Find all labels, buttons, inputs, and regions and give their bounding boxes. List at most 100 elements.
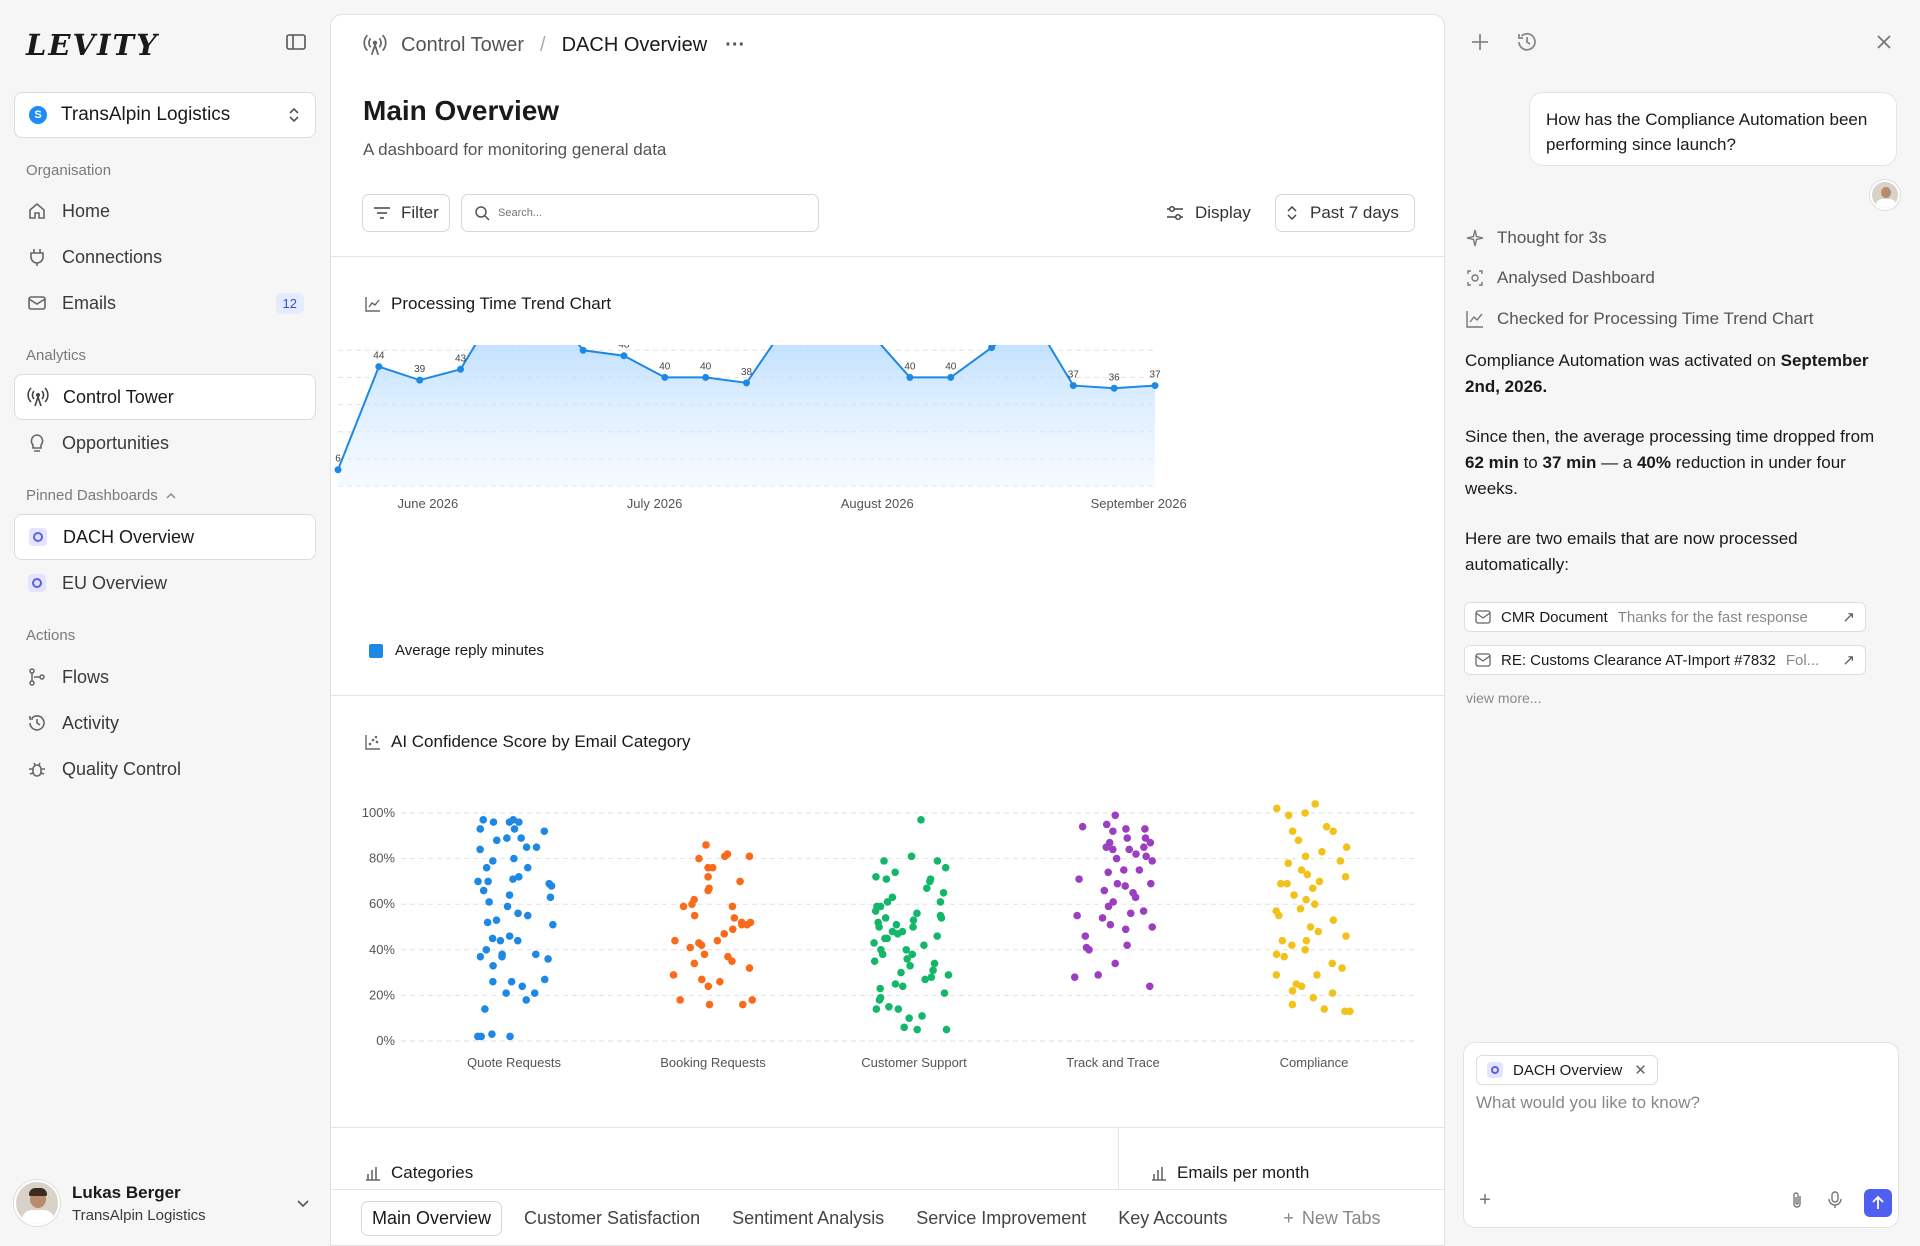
history-icon[interactable]	[1515, 30, 1539, 54]
answer-paragraph-1: Compliance Automation was activated on S…	[1465, 348, 1895, 400]
breadcrumb-current: DACH Overview	[561, 33, 708, 56]
chevron-down-icon	[297, 1200, 309, 1208]
data-point	[620, 352, 628, 360]
filter-label: Filter	[401, 203, 439, 222]
scatter-point	[921, 975, 929, 984]
avatar	[14, 1180, 60, 1226]
new-tab-button[interactable]: + New Tabs	[1273, 1202, 1390, 1235]
external-link-icon: ↗	[1842, 652, 1855, 669]
sidebar-item-connections[interactable]: Connections	[14, 234, 316, 280]
sidebar-item-dach-overview[interactable]: DACH Overview	[14, 514, 316, 560]
categories-title: Categories	[391, 1163, 474, 1182]
tab-customer-satisfaction[interactable]: Customer Satisfaction	[514, 1202, 710, 1235]
scatter-point	[492, 836, 501, 845]
emails-month-header: Emails per month	[1151, 1163, 1309, 1183]
tab-main-overview[interactable]: Main Overview	[361, 1201, 503, 1236]
user-menu[interactable]: Lukas Berger TransAlpin Logistics	[14, 1178, 316, 1228]
sparkle-icon	[1466, 229, 1484, 247]
scatter-point	[523, 911, 532, 920]
scatter-point	[876, 984, 884, 993]
sliders-icon	[1167, 205, 1183, 221]
email-link-cmr[interactable]: CMR Document Thanks for the fast respons…	[1464, 602, 1866, 632]
scatter-point	[1109, 845, 1117, 854]
scatter-point	[489, 818, 498, 826]
dashboard-icon	[28, 574, 46, 592]
filter-button[interactable]: Filter	[362, 194, 450, 232]
scatter-point	[923, 884, 931, 893]
scatter-point	[1278, 936, 1287, 945]
scatter-point	[878, 950, 887, 959]
scatter-point	[1328, 959, 1337, 968]
attach-plus-icon[interactable]: +	[1474, 1189, 1496, 1211]
sidebar-item-control-tower[interactable]: Control Tower	[14, 374, 316, 420]
scatter-point	[1145, 982, 1154, 991]
step-label: Thought for 3s	[1497, 228, 1607, 247]
scatter-point	[900, 1023, 908, 1032]
line-chart-icon	[1466, 311, 1483, 328]
display-button[interactable]: Display	[1155, 194, 1261, 232]
date-range-select[interactable]: Past 7 days	[1275, 194, 1415, 232]
scatter-point	[942, 1025, 951, 1034]
scatter-point	[728, 925, 737, 934]
sidebar-item-flows[interactable]: Flows	[14, 654, 316, 700]
sidebar-item-opportunities[interactable]: Opportunities	[14, 420, 316, 466]
scatter-point	[1311, 800, 1319, 808]
org-switcher[interactable]: S TransAlpin Logistics	[14, 92, 316, 138]
scatter-point	[1148, 857, 1156, 865]
tab-service-improvement[interactable]: Service Improvement	[906, 1202, 1096, 1235]
scatter-point	[1139, 907, 1148, 915]
search-input[interactable]	[498, 207, 798, 219]
sidebar-item-label: Control Tower	[63, 386, 174, 407]
scatter-point	[1070, 973, 1079, 981]
email-link-customs[interactable]: RE: Customs Clearance AT-Import #7832 Fo…	[1464, 645, 1866, 675]
analysis-step[interactable]: Analysed Dashboard	[1465, 268, 1655, 288]
send-button[interactable]	[1864, 1189, 1892, 1217]
data-label: 39	[414, 364, 426, 375]
new-chat-plus-icon[interactable]	[1468, 30, 1492, 54]
scatter-point	[882, 875, 891, 883]
scatter-point	[513, 936, 522, 945]
scatter-point	[1275, 911, 1283, 920]
sidebar-item-emails[interactable]: Emails 12	[14, 280, 316, 326]
step-label: Checked for Processing Time Trend Chart	[1497, 309, 1814, 328]
remove-context-icon[interactable]: ✕	[1634, 1061, 1647, 1079]
y-tick-label: 60%	[369, 896, 395, 911]
data-point	[375, 363, 383, 371]
search-box[interactable]	[461, 194, 819, 232]
chart-check-step[interactable]: Checked for Processing Time Trend Chart	[1465, 309, 1814, 329]
sidebar-item-quality-control[interactable]: Quality Control	[14, 746, 316, 792]
view-more-link[interactable]: view more...	[1466, 690, 1541, 706]
sidebar-item-activity[interactable]: Activity	[14, 700, 316, 746]
chat-input[interactable]	[1476, 1093, 1886, 1163]
thinking-step[interactable]: Thought for 3s	[1465, 228, 1607, 248]
sidebar-item-home[interactable]: Home	[14, 188, 316, 234]
scatter-point	[503, 902, 512, 911]
scatter-point	[1329, 827, 1337, 836]
close-icon[interactable]	[1872, 30, 1896, 54]
scatter-point	[484, 877, 492, 886]
sidebar-item-eu-overview[interactable]: EU Overview	[14, 560, 316, 606]
plug-icon	[26, 246, 48, 268]
scatter-point	[748, 996, 757, 1004]
scatter-point	[1073, 911, 1081, 920]
breadcrumb-parent[interactable]: Control Tower	[401, 34, 524, 57]
scatter-point	[507, 977, 516, 986]
org-logo-icon: S	[29, 106, 47, 124]
home-icon	[26, 200, 48, 222]
data-label: 36	[1109, 372, 1121, 383]
context-chip[interactable]: DACH Overview ✕	[1476, 1055, 1658, 1085]
sidebar-item-label: EU Overview	[62, 572, 168, 593]
tab-sentiment-analysis[interactable]: Sentiment Analysis	[722, 1202, 894, 1235]
scatter-point	[883, 898, 892, 906]
scatter-point	[479, 886, 488, 895]
scatter-point	[933, 932, 942, 940]
sidebar-toggle-icon[interactable]	[286, 34, 308, 52]
more-options-button[interactable]: ···	[725, 34, 745, 57]
scatter-point	[549, 920, 557, 929]
scatter-point	[1272, 971, 1281, 979]
microphone-icon[interactable]	[1824, 1189, 1846, 1211]
section-pinned[interactable]: Pinned Dashboards	[26, 487, 176, 504]
tab-key-accounts[interactable]: Key Accounts	[1108, 1202, 1237, 1235]
answer-paragraph-2: Since then, the average processing time …	[1465, 424, 1895, 502]
paperclip-icon[interactable]	[1786, 1189, 1808, 1211]
